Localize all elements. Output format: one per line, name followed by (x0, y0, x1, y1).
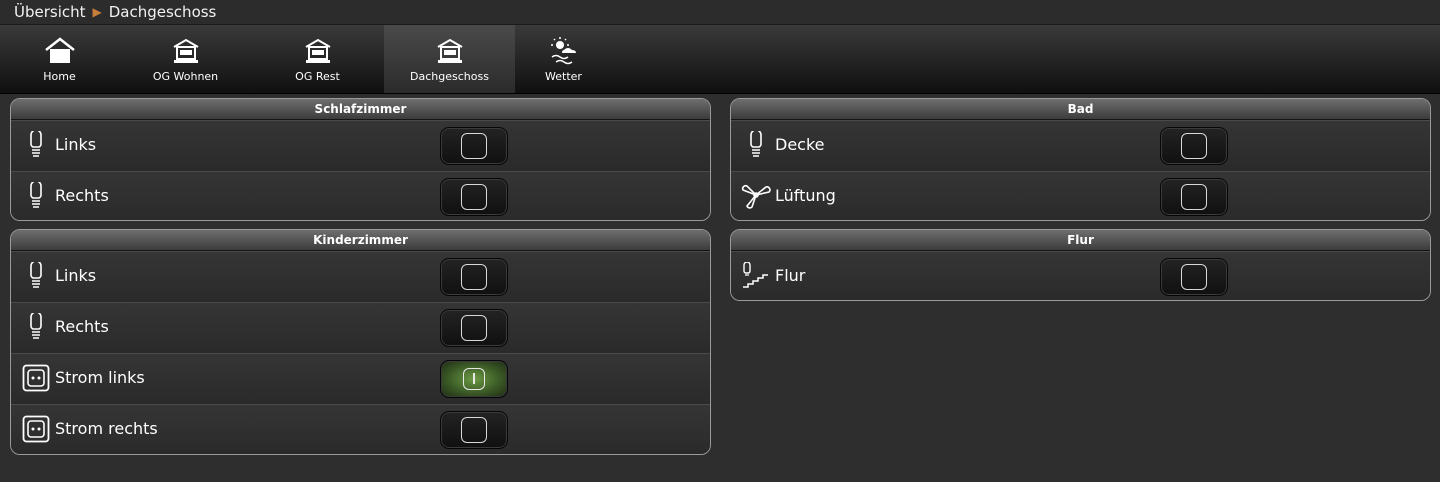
list-item: Links (11, 251, 710, 302)
switch-indicator (1181, 264, 1207, 290)
house-icon (43, 34, 77, 68)
list-item: Decke (731, 120, 1430, 171)
bulb-icon (21, 312, 51, 342)
switch-indicator (461, 417, 487, 443)
bulb-icon (21, 261, 51, 291)
breadcrumb-root[interactable]: Übersicht (14, 3, 86, 21)
row-label: Strom links (55, 368, 145, 387)
row-label: Lüftung (775, 186, 836, 205)
row-label: Strom rechts (55, 419, 158, 438)
bulb-icon (21, 181, 51, 211)
panel-flur: Flur Flur (730, 229, 1431, 301)
switch-indicator (461, 315, 487, 341)
tab-og-wohnen-label: OG Wohnen (152, 70, 219, 83)
list-item: Links (11, 120, 710, 171)
breadcrumb: Übersicht ▶ Dachgeschoss (0, 0, 1440, 25)
floor-house-icon (169, 34, 203, 68)
switch-indicator (463, 368, 485, 390)
panel-title: Schlafzimmer (11, 99, 710, 120)
list-item: Flur (731, 251, 1430, 300)
list-item: Strom links (11, 353, 710, 404)
switch-indicator (461, 133, 487, 159)
list-item: Strom rechts (11, 404, 710, 454)
floor-house-icon (433, 34, 467, 68)
toggle-switch[interactable] (1160, 178, 1228, 216)
navigation-bar: Home OG Wohnen OG Rest Dachgeschoss Wett… (0, 25, 1440, 94)
tab-dachgeschoss-label: Dachgeschoss (410, 70, 489, 83)
tab-og-wohnen[interactable]: OG Wohnen (120, 25, 251, 93)
panel-schlafzimmer: Schlafzimmer Links Rechts (10, 98, 711, 221)
list-item: Rechts (11, 302, 710, 353)
switch-indicator (461, 184, 487, 210)
row-label: Links (55, 135, 97, 154)
switch-indicator (1181, 184, 1207, 210)
toggle-switch[interactable] (1160, 258, 1228, 296)
toggle-switch[interactable] (1160, 127, 1228, 165)
row-label: Flur (775, 266, 806, 285)
stair-light-icon (741, 261, 771, 291)
toggle-switch[interactable] (440, 411, 508, 449)
tab-og-rest-label: OG Rest (295, 70, 340, 83)
bulb-icon (741, 130, 771, 160)
row-label: Rechts (55, 186, 109, 205)
row-label: Rechts (55, 317, 109, 336)
floor-house-icon (301, 34, 335, 68)
panel-title: Bad (731, 99, 1430, 120)
toggle-switch[interactable] (440, 309, 508, 347)
panel-title: Flur (731, 230, 1430, 251)
breadcrumb-current: Dachgeschoss (108, 3, 217, 21)
switch-indicator (461, 264, 487, 290)
toggle-switch[interactable] (440, 127, 508, 165)
tab-dachgeschoss[interactable]: Dachgeschoss (384, 25, 515, 93)
toggle-switch[interactable] (440, 178, 508, 216)
panel-title: Kinderzimmer (11, 230, 710, 251)
breadcrumb-separator-icon: ▶ (92, 5, 102, 19)
fan-icon (741, 181, 771, 211)
panel-kinderzimmer: Kinderzimmer Links Rechts Strom links St… (10, 229, 711, 455)
row-label: Links (55, 266, 97, 285)
tab-home-label: Home (43, 70, 76, 83)
switch-indicator (1181, 133, 1207, 159)
toggle-switch[interactable] (440, 360, 508, 398)
tab-wetter-label: Wetter (545, 70, 582, 83)
list-item: Lüftung (731, 171, 1430, 220)
row-label: Decke (775, 135, 825, 154)
bulb-icon (21, 130, 51, 160)
tab-og-rest[interactable]: OG Rest (252, 25, 383, 93)
tab-home[interactable]: Home (0, 25, 125, 93)
toggle-switch[interactable] (440, 258, 508, 296)
list-item: Rechts (11, 171, 710, 220)
socket-icon (21, 363, 51, 393)
tab-wetter[interactable]: Wetter (498, 25, 629, 93)
weather-icon (547, 34, 581, 68)
panel-bad: Bad Decke Lüftung (730, 98, 1431, 221)
socket-icon (21, 414, 51, 444)
